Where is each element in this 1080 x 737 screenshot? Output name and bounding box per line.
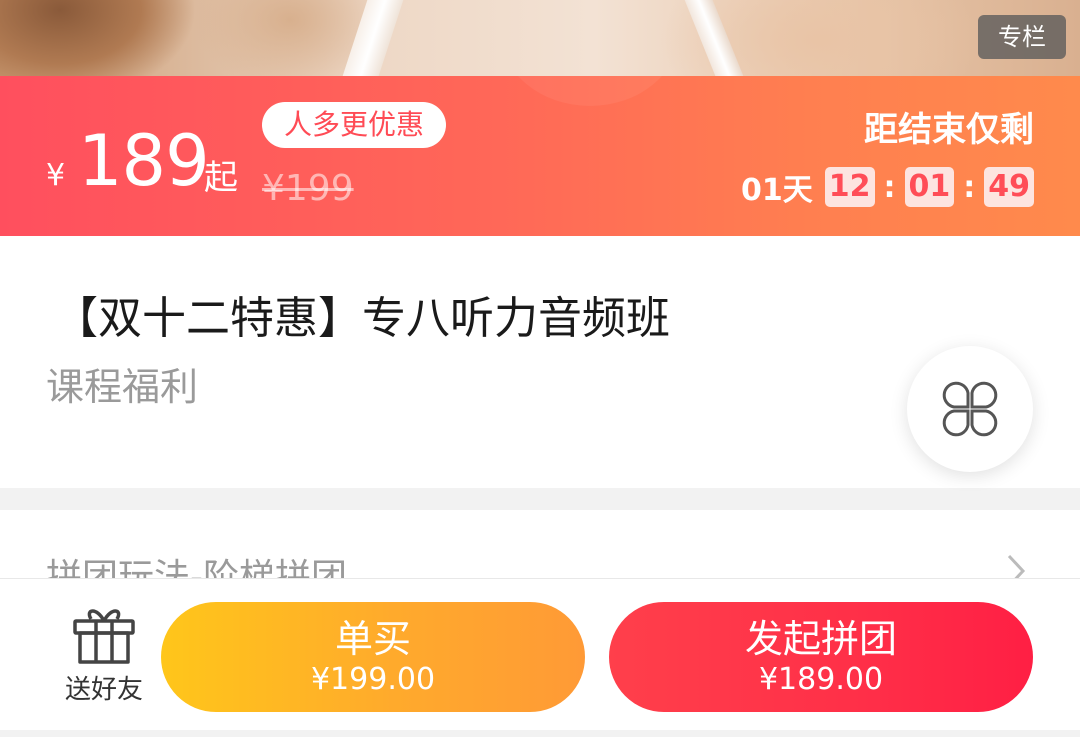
price-value: 189 [78,120,210,202]
course-subtitle: 课程福利 [46,365,199,409]
countdown-days: 01天 [741,173,813,208]
single-buy-label: 单买 [334,617,411,661]
price-suffix: 起 [204,158,238,198]
single-buy-button[interactable]: 单买 ¥199.00 [161,602,585,712]
group-rule-row[interactable]: 拼团玩法-阶梯拼团 [0,510,1080,580]
start-group-price: ¥189.00 [758,662,884,697]
countdown-label: 距结束仅剩 [864,110,1034,150]
countdown-timer: 01天 12 : 01 : 49 [741,166,1034,208]
bottom-action-bar: 送好友 单买 ¥199.00 发起拼团 ¥189.00 [0,578,1080,730]
course-info: 【双十二特惠】专八听力音频班 课程福利 [0,236,1080,488]
start-group-button[interactable]: 发起拼团 ¥189.00 [609,602,1033,712]
countdown-seconds: 49 [984,167,1034,207]
currency-symbol: ¥ [46,158,66,193]
course-title: 【双十二特惠】专八听力音频班 [54,293,670,344]
original-price: ¥199 [262,168,354,209]
hero-image: 专栏 [0,0,1080,76]
gift-friend-button[interactable]: 送好友 [56,603,152,713]
column-tag[interactable]: 专栏 [978,15,1066,59]
countdown-hours: 12 [824,167,875,207]
countdown-separator: : [883,169,896,205]
single-buy-price: ¥199.00 [310,662,436,697]
chevron-right-icon [1007,554,1026,580]
countdown-separator: : [963,169,976,205]
start-group-label: 发起拼团 [744,617,897,661]
course-detail-page: 专栏 ¥ 189 起 人多更优惠 ¥199 距结束仅剩 01天 12 : 01 … [0,0,1080,737]
group-rule-label: 拼团玩法-阶梯拼团 [46,557,347,580]
clover-menu-icon [942,381,998,437]
promo-badge: 人多更优惠 [262,102,447,148]
gift-label: 送好友 [64,675,143,705]
floating-menu-button[interactable] [907,346,1033,472]
price-banner: ¥ 189 起 人多更优惠 ¥199 距结束仅剩 01天 12 : 01 : 4… [0,76,1080,236]
countdown-minutes: 01 [904,167,955,207]
gift-icon [73,609,135,664]
